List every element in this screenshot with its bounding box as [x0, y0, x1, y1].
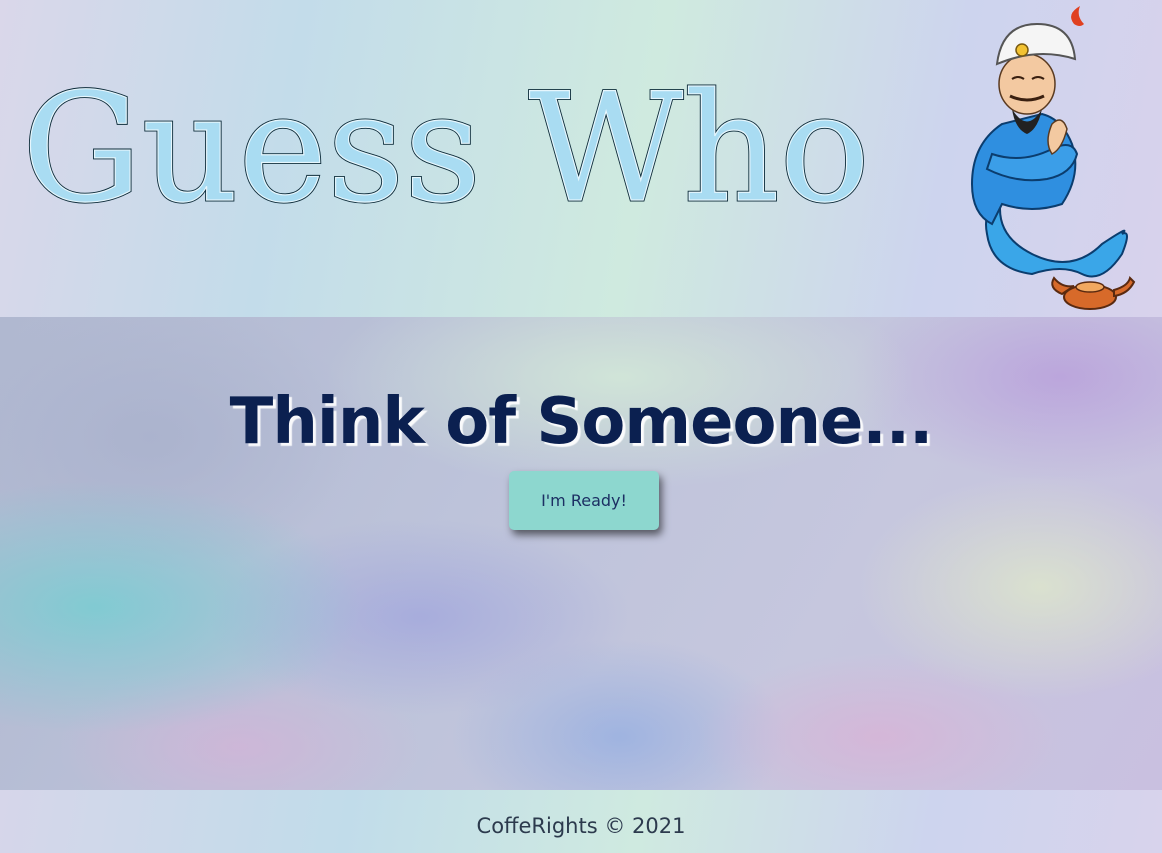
site-header: Guess Who Guess Who	[0, 0, 1162, 317]
copyright-text: CoffeRights © 2021	[476, 814, 686, 838]
logo-text-highlight: Guess Who	[22, 62, 870, 236]
site-footer: CoffeRights © 2021	[0, 790, 1162, 853]
genie-mascot-icon	[970, 6, 1136, 310]
page-headline: Think of Someone...	[229, 385, 934, 459]
logo: Guess Who Guess Who	[21, 61, 872, 238]
ready-button[interactable]: I'm Ready!	[509, 471, 659, 530]
main-content: Think of Someone... I'm Ready!	[0, 317, 1162, 790]
